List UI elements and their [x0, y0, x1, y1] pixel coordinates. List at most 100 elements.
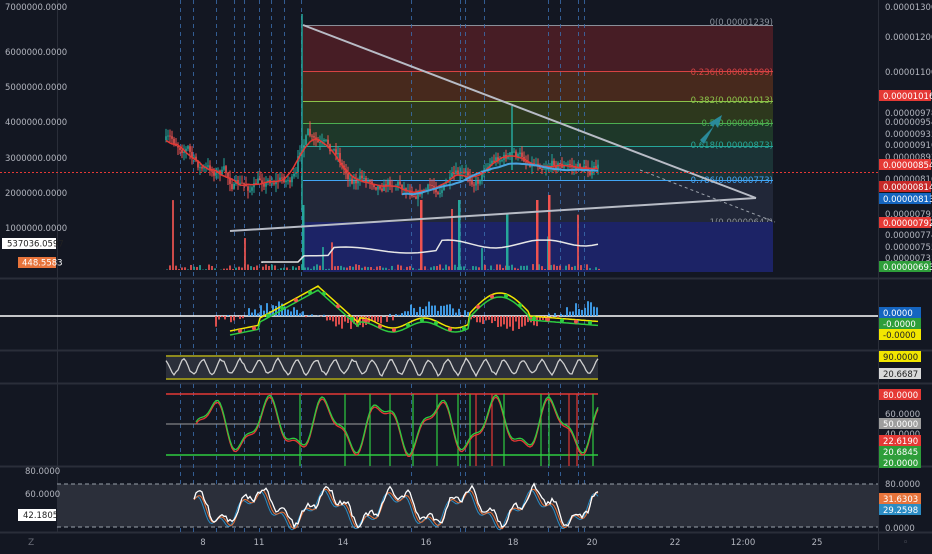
- timezone-icon[interactable]: Z: [28, 538, 34, 548]
- macd-histogram-bar: [410, 305, 412, 316]
- time-axis[interactable]: 811141618202212:0025: [200, 538, 822, 548]
- volume-bar: [199, 265, 201, 270]
- volume-bar: [445, 265, 447, 270]
- candle-body: [183, 152, 185, 153]
- vol-tick: 1000000.0000: [5, 224, 67, 234]
- volume-bar: [316, 264, 318, 270]
- volume-bar: [361, 268, 363, 270]
- volume-bar: [526, 266, 528, 270]
- time-tick: 12:00: [731, 538, 756, 548]
- volume-bar: [253, 267, 255, 270]
- volume-bar: [178, 269, 180, 270]
- candle-body: [189, 146, 191, 152]
- candle-body: [475, 181, 477, 186]
- chart-workspace[interactable]: 0(0.00001239)0.236(0.00001099)0.382(0.00…: [0, 0, 932, 550]
- macd-histogram-bar: [392, 316, 394, 320]
- macd-histogram-bar: [524, 316, 526, 326]
- macd-histogram-bar: [572, 311, 574, 316]
- volume-bar: [463, 266, 465, 270]
- macd-histogram-bar: [428, 302, 430, 316]
- cross-dot: [448, 327, 452, 331]
- stochastic-pane[interactable]: 60.000040.0000: [166, 394, 920, 466]
- volume-bar: [205, 269, 207, 270]
- vol-tick: 5000000.0000: [5, 83, 67, 93]
- cross-dot: [406, 323, 410, 327]
- volume-bar: [181, 267, 183, 270]
- time-tick: 25: [812, 538, 823, 548]
- macd-pane[interactable]: [0, 286, 878, 335]
- price-tick: 0.00000755: [885, 243, 932, 253]
- settings-icon[interactable]: ◦: [903, 538, 908, 548]
- candle-body: [291, 176, 293, 182]
- volume-bar: [193, 267, 195, 270]
- volume-bar: [559, 266, 561, 270]
- macd-histogram-bar: [344, 316, 346, 322]
- volume-bar: [322, 247, 324, 270]
- indicator-badge-label: 31.6303: [883, 495, 918, 505]
- macd-histogram-bar: [239, 316, 241, 319]
- candle-body: [525, 161, 527, 162]
- volume-bar: [580, 265, 582, 270]
- price-tick: 0.00000916: [885, 141, 932, 151]
- volume-bar: [355, 264, 357, 270]
- volume-bar: [244, 238, 246, 270]
- time-tick: 11: [254, 538, 265, 548]
- macd-histogram-bar: [251, 313, 253, 316]
- candle-body: [247, 186, 249, 190]
- chart-canvas[interactable]: 0(0.00001239)0.236(0.00001099)0.382(0.00…: [0, 0, 932, 550]
- candle-body: [171, 136, 173, 139]
- volume-bar: [358, 265, 360, 270]
- candle-body: [567, 164, 569, 165]
- momentum-pane[interactable]: [166, 355, 598, 380]
- volume-bar: [406, 267, 408, 270]
- volume-bar: [589, 268, 591, 270]
- volume-bar: [295, 268, 297, 270]
- candle-body: [559, 163, 561, 164]
- volume-bar: [553, 265, 555, 270]
- candle-body: [375, 187, 377, 189]
- candle-body: [471, 180, 473, 185]
- macd-histogram-bar: [494, 316, 496, 321]
- candle-body: [361, 176, 363, 178]
- macd-histogram-bar: [287, 310, 289, 316]
- macd-histogram-bar: [563, 315, 565, 316]
- volume-bar: [520, 266, 522, 270]
- volume-bar: [577, 215, 579, 270]
- candle-body: [389, 181, 391, 185]
- candle-body: [263, 184, 265, 187]
- candle-body: [187, 146, 189, 149]
- candle-body: [415, 196, 417, 198]
- volume-bar: [442, 269, 444, 270]
- macd-histogram-bar: [500, 316, 502, 327]
- volume-bar: [271, 265, 273, 270]
- macd-histogram-bar: [575, 303, 577, 316]
- macd-histogram-bar: [443, 306, 445, 316]
- macd-histogram-bar: [338, 316, 340, 325]
- macd-histogram-bar: [233, 316, 235, 320]
- candle-body: [231, 184, 233, 189]
- volume-spike: [458, 200, 461, 270]
- macd-histogram-bar: [242, 316, 244, 318]
- volume-bar: [541, 266, 543, 270]
- rsi-pane[interactable]: 80.00000.000080.000060.000042.1805: [18, 467, 920, 534]
- candle-body: [211, 171, 213, 172]
- macd-histogram-bar: [557, 316, 559, 317]
- macd-histogram-bar: [341, 316, 343, 329]
- price-tick: 0.00001200: [885, 33, 932, 43]
- candle-body: [293, 174, 295, 177]
- macd-histogram-bar: [299, 313, 301, 316]
- macd-histogram-bar: [506, 316, 508, 329]
- volume-bar: [379, 266, 381, 270]
- macd-histogram-bar: [389, 314, 391, 316]
- candle-body: [199, 167, 201, 168]
- candle-body: [473, 185, 475, 186]
- candle-body: [257, 179, 259, 184]
- macd-histogram-bar: [257, 313, 259, 316]
- volume-bar: [385, 268, 387, 270]
- volume-bar: [280, 268, 282, 270]
- volume-bar: [229, 265, 231, 270]
- candle-body: [477, 181, 479, 184]
- cross-dot: [392, 328, 396, 332]
- rsi-left-tick: 60.0000: [25, 490, 60, 500]
- volume-bar: [544, 269, 546, 270]
